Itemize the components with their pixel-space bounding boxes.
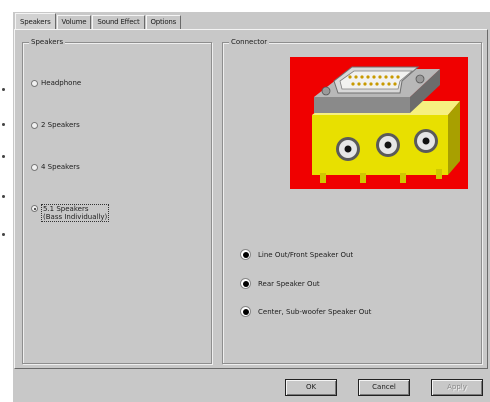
output-label-line-out: Line Out/Front Speaker Out [258,250,354,259]
audio-jack-icon [240,306,251,317]
output-label-center-sub: Center, Sub-woofer Speaker Out [258,307,372,316]
tab-volume[interactable]: Volume [56,15,92,29]
radio-button-icon[interactable] [31,164,38,171]
tab-speakers[interactable]: Speakers [15,13,56,30]
connector-group-title: Connector [229,37,270,47]
radio-label-5-1-line2: (Bass Individually) [43,213,108,221]
output-center-sub: Center, Sub-woofer Speaker Out [240,306,371,317]
audio-jack-icon [240,249,251,260]
page-margin-marks [2,0,12,402]
tab-sound-effect[interactable]: Sound Effect [92,15,145,29]
radio-label-5-1-line1: 5.1 Speakers [43,205,89,213]
radio-button-icon[interactable] [31,80,38,87]
speakers-group-title: Speakers [29,37,66,47]
tab-strip: Speakers Volume Sound Effect Options [15,13,182,30]
output-label-rear: Rear Speaker Out [258,279,320,288]
radio-4-speakers[interactable]: 4 Speakers [31,163,80,172]
output-line-out: Line Out/Front Speaker Out [240,249,353,260]
tab-options[interactable]: Options [145,15,182,29]
output-rear: Rear Speaker Out [240,278,320,289]
radio-button-icon[interactable] [31,122,38,129]
radio-label-5-1-speakers: 5.1 Speakers (Bass Individually) [41,204,110,222]
ok-button[interactable]: OK [285,379,337,396]
radio-label-headphone: Headphone [41,79,82,87]
radio-headphone[interactable]: Headphone [31,79,81,88]
cancel-button[interactable]: Cancel [358,379,410,396]
radio-label-2-speakers: 2 Speakers [41,121,80,129]
speakers-tab-panel: Speakers Headphone 2 Speakers 4 Speakers… [14,29,488,369]
sound-settings-dialog: Speakers Volume Sound Effect Options Spe… [13,12,490,402]
radio-2-speakers[interactable]: 2 Speakers [31,121,80,130]
radio-label-4-speakers: 4 Speakers [41,163,80,171]
audio-jack-icon [240,278,251,289]
connector-illustration [290,57,468,189]
radio-button-selected-icon[interactable] [31,205,38,212]
speakers-group: Speakers Headphone 2 Speakers 4 Speakers… [22,37,212,364]
radio-5-1-speakers[interactable]: 5.1 Speakers (Bass Individually) [31,204,110,222]
apply-button[interactable]: Apply [431,379,483,396]
connector-group: Connector Line Out/Front Speaker Out Rea… [222,37,482,364]
